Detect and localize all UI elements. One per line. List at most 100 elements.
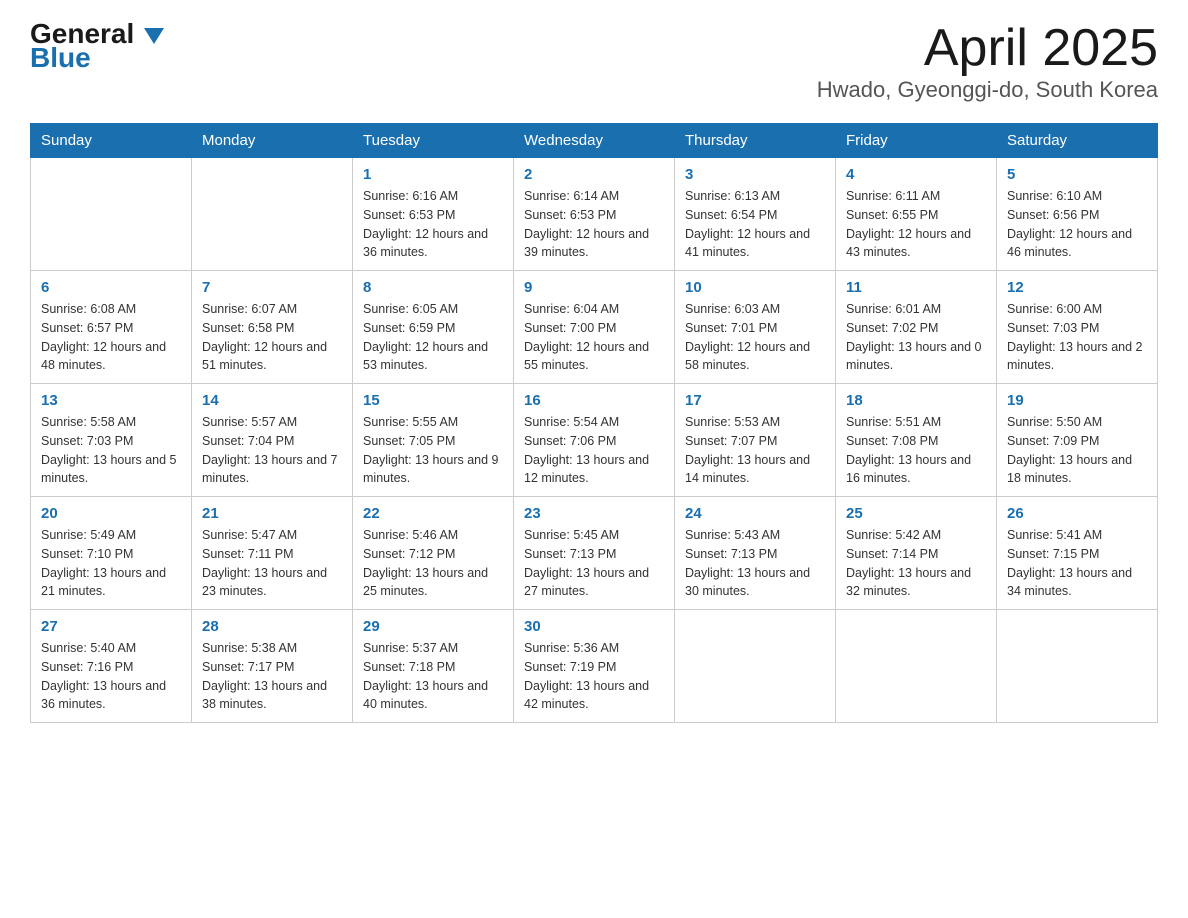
day-info: Sunrise: 6:07 AMSunset: 6:58 PMDaylight:… <box>202 300 342 375</box>
day-number: 4 <box>846 166 986 183</box>
day-info: Sunrise: 5:45 AM Sunset: 7:13 PM Daylight:… <box>524 526 664 601</box>
sunset-text: Sunset: 6:59 PM <box>363 321 455 335</box>
daylight-text: Daylight: 13 hours and 25 minutes. <box>363 566 488 599</box>
daylight-text: Daylight: 12 hours and 53 minutes. <box>363 340 488 373</box>
daylight-text: Daylight: 12 hours and 51 minutes. <box>202 340 327 373</box>
sunset-text: Sunset: 7:18 PM <box>363 660 455 674</box>
sunset-text: Sunset: 7:05 PM <box>363 434 455 448</box>
day-number: 8 <box>363 279 503 296</box>
calendar-cell: 28Sunrise: 5:38 AMSunset: 7:17 PMDayligh… <box>192 610 353 723</box>
sunset-text: Sunset: 7:08 PM <box>846 434 938 448</box>
day-number: 25 <box>846 505 986 522</box>
calendar-cell: 29Sunrise: 5:37 AMSunset: 7:18 PMDayligh… <box>353 610 514 723</box>
day-info: Sunrise: 5:42 AMSunset: 7:14 PMDaylight:… <box>846 526 986 601</box>
day-info: Sunrise: 5:37 AMSunset: 7:18 PMDaylight:… <box>363 639 503 714</box>
calendar-cell: 17Sunrise: 5:53 AMSunset: 7:07 PMDayligh… <box>675 384 836 497</box>
sunrise-text: Sunrise: 5:50 AM <box>1007 415 1102 429</box>
calendar-header-row: SundayMondayTuesdayWednesdayThursdayFrid… <box>31 124 1158 158</box>
page-header: General Blue April 2025 Hwado, Gyeonggi-… <box>30 20 1158 103</box>
calendar-cell: 3Sunrise: 6:13 AMSunset: 6:54 PMDaylight… <box>675 158 836 271</box>
sunset-text: Sunset: 7:13 PM <box>685 547 777 561</box>
day-info: Sunrise: 6:14 AMSunset: 6:53 PMDaylight:… <box>524 187 664 262</box>
calendar-cell: 14Sunrise: 5:57 AMSunset: 7:04 PMDayligh… <box>192 384 353 497</box>
calendar-table: SundayMondayTuesdayWednesdayThursdayFrid… <box>30 123 1158 723</box>
sunset-text: Sunset: 6:56 PM <box>1007 208 1099 222</box>
sunrise-text: Sunrise: 5:55 AM <box>363 415 458 429</box>
sunset-text: Sunset: 7:15 PM <box>1007 547 1099 561</box>
calendar-cell <box>192 158 353 271</box>
sunset-text: Sunset: 7:04 PM <box>202 434 294 448</box>
sunrise-text: Sunrise: 6:16 AM <box>363 189 458 203</box>
calendar-subtitle: Hwado, Gyeonggi-do, South Korea <box>817 77 1158 103</box>
daylight-text: Daylight: 13 hours and 27 minutes. <box>524 566 649 599</box>
calendar-cell: 18Sunrise: 5:51 AMSunset: 7:08 PMDayligh… <box>836 384 997 497</box>
daylight-text: Daylight: 13 hours and 16 minutes. <box>846 453 971 486</box>
calendar-cell: 27Sunrise: 5:40 AMSunset: 7:16 PMDayligh… <box>31 610 192 723</box>
calendar-cell <box>836 610 997 723</box>
daylight-text: Daylight: 13 hours and 21 minutes. <box>41 566 166 599</box>
daylight-text: Daylight: 12 hours and 46 minutes. <box>1007 227 1132 260</box>
sunrise-text: Sunrise: 6:10 AM <box>1007 189 1102 203</box>
day-number: 18 <box>846 392 986 409</box>
daylight-text: Daylight: 13 hours and 18 minutes. <box>1007 453 1132 486</box>
day-info: Sunrise: 6:10 AM Sunset: 6:56 PM Daylight:… <box>1007 187 1147 262</box>
sunset-text: Sunset: 7:10 PM <box>41 547 133 561</box>
daylight-text: Daylight: 13 hours and 0 minutes. <box>846 340 982 373</box>
logo-blue: Blue <box>30 44 164 72</box>
sunrise-text: Sunrise: 5:46 AM <box>363 528 458 542</box>
sunset-text: Sunset: 7:13 PM <box>524 547 616 561</box>
day-info: Sunrise: 5:47 AMSunset: 7:11 PMDaylight:… <box>202 526 342 601</box>
day-number: 3 <box>685 166 825 183</box>
header-tuesday: Tuesday <box>353 124 514 158</box>
logo-triangle-icon <box>144 28 164 44</box>
sunset-text: Sunset: 7:03 PM <box>41 434 133 448</box>
day-number: 17 <box>685 392 825 409</box>
day-number: 19 <box>1007 392 1147 409</box>
header-saturday: Saturday <box>997 124 1158 158</box>
sunrise-text: Sunrise: 5:47 AM <box>202 528 297 542</box>
calendar-cell: 24Sunrise: 5:43 AMSunset: 7:13 PMDayligh… <box>675 497 836 610</box>
sunrise-text: Sunrise: 5:57 AM <box>202 415 297 429</box>
calendar-cell: 4Sunrise: 6:11 AMSunset: 6:55 PMDaylight… <box>836 158 997 271</box>
day-number: 21 <box>202 505 342 522</box>
calendar-week-row: 6Sunrise: 6:08 AMSunset: 6:57 PMDaylight… <box>31 271 1158 384</box>
calendar-cell: 1Sunrise: 6:16 AMSunset: 6:53 PMDaylight… <box>353 158 514 271</box>
daylight-text: Daylight: 13 hours and 2 minutes. <box>1007 340 1143 373</box>
header-sunday: Sunday <box>31 124 192 158</box>
sunrise-text: Sunrise: 6:07 AM <box>202 302 297 316</box>
daylight-text: Daylight: 13 hours and 7 minutes. <box>202 453 338 486</box>
calendar-cell: 30Sunrise: 5:36 AMSunset: 7:19 PMDayligh… <box>514 610 675 723</box>
day-info: Sunrise: 6:00 AMSunset: 7:03 PMDaylight:… <box>1007 300 1147 375</box>
daylight-text: Daylight: 13 hours and 5 minutes. <box>41 453 177 486</box>
sunrise-text: Sunrise: 5:38 AM <box>202 641 297 655</box>
sunrise-text: Sunrise: 6:05 AM <box>363 302 458 316</box>
logo: General Blue <box>30 20 164 72</box>
calendar-cell: 16Sunrise: 5:54 AMSunset: 7:06 PMDayligh… <box>514 384 675 497</box>
day-info: Sunrise: 5:38 AMSunset: 7:17 PMDaylight:… <box>202 639 342 714</box>
day-number: 16 <box>524 392 664 409</box>
day-number: 9 <box>524 279 664 296</box>
sunset-text: Sunset: 6:54 PM <box>685 208 777 222</box>
day-info: Sunrise: 5:49 AMSunset: 7:10 PMDaylight:… <box>41 526 181 601</box>
sunrise-text: Sunrise: 5:45 AM <box>524 528 619 542</box>
sunset-text: Sunset: 7:09 PM <box>1007 434 1099 448</box>
day-info: Sunrise: 5:50 AM Sunset: 7:09 PM Daylight:… <box>1007 413 1147 488</box>
sunrise-text: Sunrise: 5:58 AM <box>41 415 136 429</box>
calendar-cell: 23Sunrise: 5:45 AMSunset: 7:13 PMDayligh… <box>514 497 675 610</box>
day-number: 12 <box>1007 279 1147 296</box>
day-number: 13 <box>41 392 181 409</box>
day-info: Sunrise: 6:01 AMSunset: 7:02 PMDaylight:… <box>846 300 986 375</box>
day-number: 11 <box>846 279 986 296</box>
calendar-cell: 25 Sunrise: 5:42 AMSunset: 7:14 PMDayligh… <box>836 497 997 610</box>
calendar-cell: 13 Sunrise: 5:58 AM Sunset: 7:03 PM Dayligh… <box>31 384 192 497</box>
calendar-cell: 26 Sunrise: 5:41 AMSunset: 7:15 PMDayligh… <box>997 497 1158 610</box>
day-info: Sunrise: 5:41 AMSunset: 7:15 PMDaylight:… <box>1007 526 1147 601</box>
header-friday: Friday <box>836 124 997 158</box>
day-number: 1 <box>363 166 503 183</box>
day-number: 26 <box>1007 505 1147 522</box>
sunset-text: Sunset: 7:03 PM <box>1007 321 1099 335</box>
sunset-text: Sunset: 6:53 PM <box>363 208 455 222</box>
calendar-cell: 5Sunrise: 6:10 AMSunset: 6:56 PMDaylight… <box>997 158 1158 271</box>
sunset-text: Sunset: 7:07 PM <box>685 434 777 448</box>
calendar-cell: 20Sunrise: 5:49 AMSunset: 7:10 PMDayligh… <box>31 497 192 610</box>
